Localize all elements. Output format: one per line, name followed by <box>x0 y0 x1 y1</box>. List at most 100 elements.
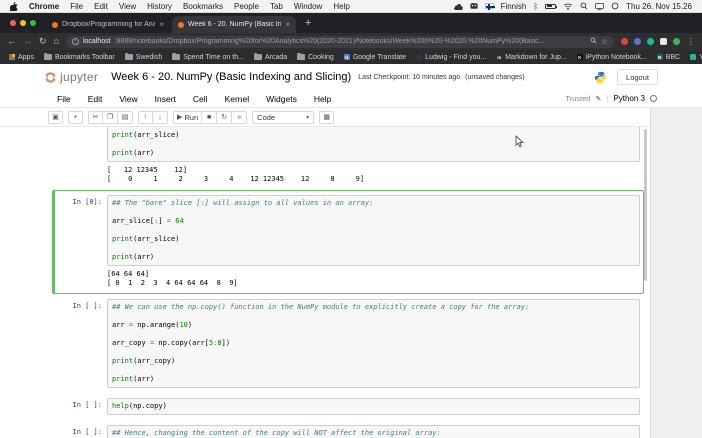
jupyter-logo[interactable]: jupyter <box>44 70 98 84</box>
browser-tab-1[interactable]: Dropbox/Programming for Ana × <box>46 16 170 33</box>
run-button[interactable]: ▶ Run <box>173 110 203 124</box>
restart-kernel-button[interactable]: ↻ <box>217 110 233 124</box>
cut-cells-button[interactable]: ✂ <box>88 110 103 124</box>
menu-widgets[interactable]: Widgets <box>266 94 297 104</box>
menubar-item-chrome[interactable]: Chrome <box>29 2 59 11</box>
menubar-item-bookmarks[interactable]: Bookmarks <box>183 2 223 11</box>
finnish-flag-icon[interactable] <box>484 3 495 10</box>
bookmark-cooking[interactable]: Cooking <box>297 52 334 61</box>
bookmark-bookmarks-toolbar[interactable]: Bookmarks Toolbar <box>43 52 115 61</box>
input-row: In [ ]: ## Hence, changing the content of… <box>55 425 640 438</box>
logout-button[interactable]: Logout <box>617 69 658 85</box>
menu-kernel[interactable]: Kernel <box>225 94 250 104</box>
reload-button[interactable]: ↻ <box>39 37 47 46</box>
bookmark-markdown-for-jup[interactable]: m Markdown for Jup... <box>496 54 567 61</box>
menubar-item-tab[interactable]: Tab <box>270 2 283 11</box>
chrome-menu-icon[interactable]: ⋮ <box>687 37 695 46</box>
restart-run-all-button[interactable]: » <box>232 110 248 124</box>
bookmark-apps[interactable]: Apps <box>9 54 34 61</box>
cloud-icon[interactable] <box>453 3 463 10</box>
home-button[interactable]: ⌂ <box>54 37 59 46</box>
menubar-item-window[interactable]: Window <box>294 2 322 11</box>
move-cell-up-button[interactable]: ↑ <box>138 110 153 124</box>
jupyter-toolbar: ▣ + ✂ ❐ ▤ ↑ ↓ ▶ Run ■ ↻» Code ▾ ▦ <box>0 108 650 127</box>
back-button[interactable]: ← <box>7 37 16 46</box>
menu-edit[interactable]: Edit <box>88 94 103 104</box>
extensions-puzzle-icon[interactable] <box>660 38 667 45</box>
menubar-item-history[interactable]: History <box>147 2 172 11</box>
notebook-cell-3: In [ ]: ## We can use the np.copy() funct… <box>52 294 644 393</box>
tab-close-icon[interactable]: × <box>285 21 290 29</box>
extension-icon-green[interactable] <box>673 38 680 45</box>
extension-icon-red[interactable] <box>621 38 628 45</box>
kernel-name[interactable]: Python 3 <box>613 94 645 103</box>
menu-help[interactable]: Help <box>314 94 331 104</box>
notebook-cell-5: In [ ]: ## Hence, changing the content of… <box>52 420 644 438</box>
sync-icon[interactable] <box>611 2 619 10</box>
menu-cell[interactable]: Cell <box>193 94 208 104</box>
bookmark-spend-time-on-th[interactable]: Spend Time on th... <box>172 52 244 61</box>
omnibox[interactable]: i localhost :8888/notebooks/Dropbox/Prog… <box>65 35 614 48</box>
code-input[interactable]: print(arr_slice) print(arr) <box>107 127 640 162</box>
copy-cells-button[interactable]: ❐ <box>103 110 118 124</box>
input-source-label[interactable]: Finnish <box>501 2 527 11</box>
bluetooth-icon[interactable]: ᛒ <box>533 2 538 11</box>
code-input[interactable]: help(np.copy) <box>107 398 640 415</box>
bookmark-google-translate[interactable]: G Google Translate <box>343 54 406 61</box>
save-icon: ▣ <box>52 114 59 121</box>
bookmark-yle-news[interactable]: YLE News <box>690 54 702 61</box>
app-status-icon[interactable] <box>469 2 478 10</box>
bookmark-arcada[interactable]: Arcada <box>253 52 287 61</box>
insert-cell-below-button[interactable]: + <box>68 110 83 124</box>
tab-close-icon[interactable]: × <box>159 21 164 29</box>
notebook-title[interactable]: Week 6 - 20. NumPy (Basic Indexing and S… <box>111 71 351 83</box>
menubar-item-people[interactable]: People <box>234 2 259 11</box>
keyboard-icon: ▦ <box>323 114 330 121</box>
menubar-item-help[interactable]: Help <box>333 2 349 11</box>
menubar-item-edit[interactable]: Edit <box>94 2 108 11</box>
wifi-icon[interactable] <box>563 3 573 10</box>
menubar-clock[interactable]: Thu 26. Nov 15.26 <box>626 2 692 11</box>
notebook-cell-1: print(arr_slice) print(arr) [ 12 12345 12… <box>52 127 644 190</box>
menu-insert[interactable]: Insert <box>155 94 176 104</box>
checkpoint-status: Last Checkpoint: 10 minutes ago <box>358 73 461 81</box>
move-cell-down-button[interactable]: ↓ <box>153 110 168 124</box>
code-input[interactable]: ## We can use the np.copy() function in … <box>107 299 640 388</box>
menubar-item-file[interactable]: File <box>70 2 83 11</box>
forward-button[interactable]: → <box>23 37 32 46</box>
move-down-icon: ↓ <box>158 113 162 121</box>
interrupt-kernel-button[interactable]: ■ <box>202 110 218 124</box>
code-line: print(arr_slice) <box>112 235 180 243</box>
spotlight-icon[interactable] <box>580 2 588 10</box>
battery-icon[interactable] <box>545 3 558 9</box>
bookmark-ipython-notebook[interactable]: KiPython Notebook... <box>576 54 647 61</box>
menu-file[interactable]: File <box>57 94 71 104</box>
bookmark-bbc[interactable]: B BBC <box>656 54 680 61</box>
browser-tab-2[interactable]: Week 6 - 20. NumPy (Basic In × <box>172 16 296 33</box>
paste-cells-button[interactable]: ▤ <box>118 110 133 124</box>
close-window-button[interactable] <box>10 20 16 26</box>
command-palette-button[interactable]: ▦ <box>319 110 335 124</box>
new-tab-button[interactable]: + <box>305 18 311 29</box>
bookmark-swedish[interactable]: Swedish <box>124 52 162 61</box>
move-up-icon: ↑ <box>143 113 148 121</box>
bookmark-star-icon[interactable]: ☆ <box>601 37 608 46</box>
zoom-window-button[interactable] <box>30 20 36 26</box>
extension-icon-blue[interactable] <box>634 38 641 45</box>
code-input[interactable]: ## The "bare" slice [:] will assign to a… <box>107 195 640 266</box>
apple-icon[interactable] <box>10 1 18 11</box>
zoom-search-icon[interactable] <box>590 37 597 46</box>
toolbar-group: ▣ <box>48 110 63 124</box>
menubar-item-view[interactable]: View <box>119 2 136 11</box>
cell-type-select[interactable]: Code ▾ <box>252 110 315 124</box>
jupyter-menu-items: File Edit View Insert Cell Kernel Widgets Help <box>57 94 331 104</box>
vertical-scrollbar[interactable] <box>644 129 647 281</box>
minimize-window-button[interactable] <box>20 20 26 26</box>
bookmark-ludwig-find-you[interactable]: Ludwig - Find you... <box>416 54 486 61</box>
grammarly-extension-icon[interactable] <box>647 38 654 45</box>
display-icon[interactable] <box>595 2 605 10</box>
save-button[interactable]: ▣ <box>48 110 63 124</box>
menu-view[interactable]: View <box>119 94 137 104</box>
site-info-icon[interactable]: i <box>71 38 79 45</box>
code-input[interactable]: ## Hence, changing the content of the co… <box>107 425 640 438</box>
